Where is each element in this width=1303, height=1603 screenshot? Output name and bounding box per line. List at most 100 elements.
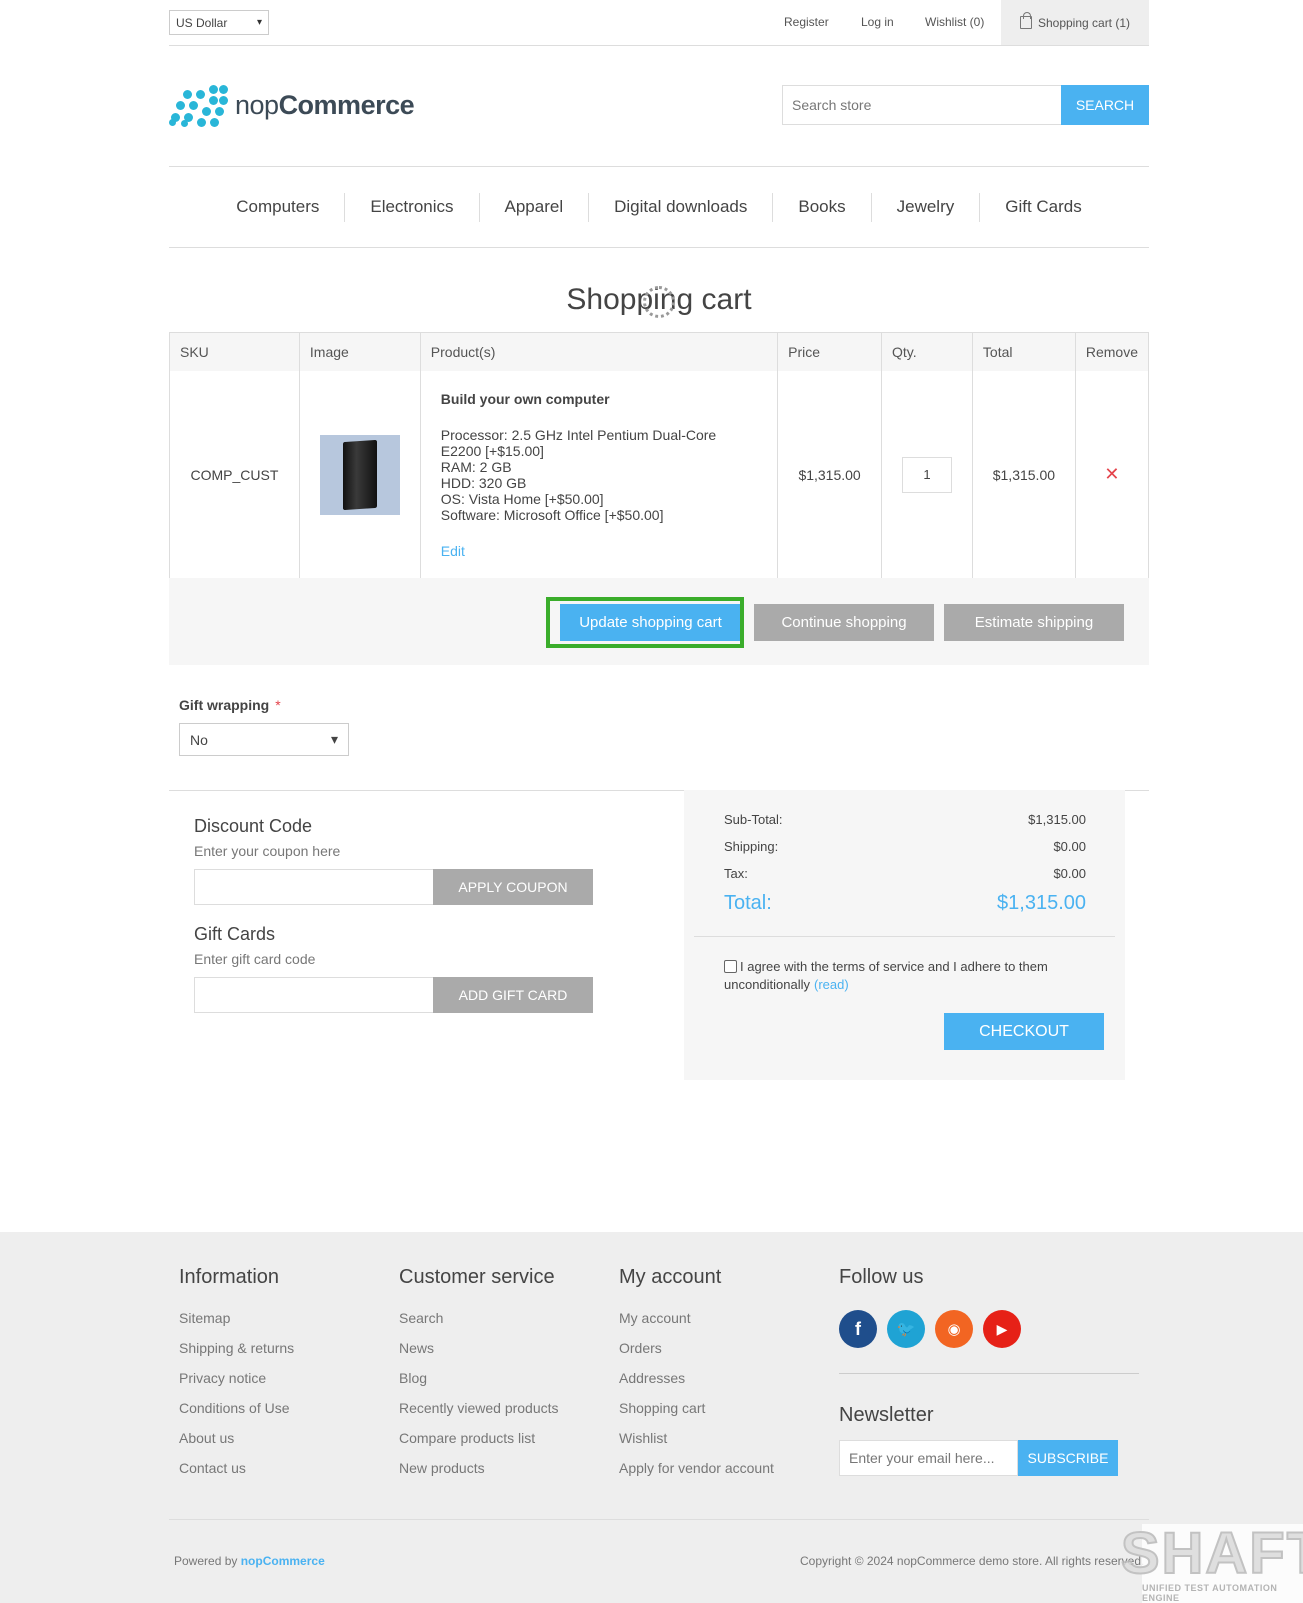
- product-name-link[interactable]: Build your own computer: [441, 391, 757, 407]
- product-image[interactable]: [319, 434, 400, 515]
- estimate-shipping-button[interactable]: Estimate shipping: [944, 604, 1124, 641]
- gift-cards-title: Gift Cards: [194, 924, 276, 944]
- powered-by: Powered by nopCommerce: [174, 1554, 325, 1568]
- terms-text: I agree with the terms of service and I …: [724, 959, 1048, 992]
- coupon-input[interactable]: [194, 869, 435, 905]
- currency-selector[interactable]: US Dollar ▾: [169, 10, 269, 35]
- price-cell: $1,315.00: [777, 370, 883, 580]
- menu-item-gift-cards[interactable]: Gift Cards: [980, 197, 1107, 217]
- register-link[interactable]: Register: [784, 15, 829, 29]
- menu-item-digital-downloads[interactable]: Digital downloads: [589, 197, 772, 217]
- loading-spinner-icon: [643, 286, 675, 318]
- gift-wrapping-value: No: [190, 731, 208, 748]
- nopcommerce-link[interactable]: nopCommerce: [241, 1554, 325, 1568]
- footer-link[interactable]: News: [399, 1340, 559, 1370]
- twitter-icon[interactable]: 🐦: [887, 1310, 925, 1348]
- read-terms-link[interactable]: (read): [814, 977, 849, 992]
- qty-cell: 1: [881, 370, 973, 580]
- add-gift-card-button[interactable]: ADD GIFT CARD: [433, 977, 593, 1013]
- footer-column-title: My account: [619, 1266, 722, 1288]
- quantity-input[interactable]: 1: [901, 456, 952, 493]
- menu-item-books[interactable]: Books: [773, 197, 870, 217]
- shipping-row: Shipping: $0.00: [724, 839, 1086, 854]
- required-marker: *: [275, 697, 281, 713]
- subscribe-button[interactable]: SUBSCRIBE: [1018, 1440, 1118, 1476]
- footer-link[interactable]: About us: [179, 1430, 294, 1460]
- footer-link[interactable]: Shopping cart: [619, 1400, 774, 1430]
- footer-information: Information Sitemap Shipping & returns P…: [179, 1266, 294, 1490]
- currency-value: US Dollar: [176, 15, 228, 30]
- shaft-watermark-logo: SHAFT UNIFIED TEST AUTOMATION ENGINE: [1120, 1523, 1303, 1603]
- continue-shopping-button[interactable]: Continue shopping: [754, 604, 934, 641]
- product-attributes: Processor: 2.5 GHz Intel Pentium Dual-Co…: [440, 426, 717, 523]
- footer-link[interactable]: Shipping & returns: [179, 1340, 294, 1370]
- newsletter-email-input[interactable]: Enter your email here...: [839, 1440, 1018, 1476]
- footer-link[interactable]: Addresses: [619, 1370, 774, 1400]
- remove-cell: ✕: [1075, 371, 1148, 580]
- image-cell: [299, 370, 421, 580]
- footer-link[interactable]: Wishlist: [619, 1430, 774, 1460]
- column-header: Total: [972, 332, 1076, 371]
- logo-dots-icon: [169, 84, 229, 128]
- apply-coupon-button[interactable]: APPLY COUPON: [433, 869, 593, 905]
- gift-cards-hint: Enter gift card code: [194, 951, 316, 967]
- gift-wrapping-select[interactable]: No ▾: [179, 723, 349, 756]
- shopping-cart-link[interactable]: Shopping cart (1): [1001, 0, 1149, 45]
- footer-link[interactable]: Compare products list: [399, 1430, 559, 1460]
- footer-link[interactable]: Recently viewed products: [399, 1400, 559, 1430]
- footer-link[interactable]: Blog: [399, 1370, 559, 1400]
- total-row: Total: $1,315.00: [724, 892, 1086, 914]
- search-button[interactable]: SEARCH: [1061, 85, 1149, 125]
- footer-link[interactable]: Conditions of Use: [179, 1400, 294, 1430]
- footer: Information Sitemap Shipping & returns P…: [0, 1232, 1303, 1603]
- edit-link[interactable]: Edit: [441, 543, 757, 559]
- footer-link[interactable]: Search: [399, 1310, 559, 1340]
- top-menu: Computers Electronics Apparel Digital do…: [169, 166, 1149, 248]
- footer-link[interactable]: My account: [619, 1310, 774, 1340]
- discount-hint: Enter your coupon here: [194, 843, 341, 859]
- footer-link[interactable]: Contact us: [179, 1460, 294, 1490]
- terms-checkbox[interactable]: [724, 960, 737, 973]
- menu-item-computers[interactable]: Computers: [211, 197, 344, 217]
- copyright: Copyright © 2024 nopCommerce demo store.…: [800, 1554, 1145, 1568]
- total-cell: $1,315.00: [972, 370, 1076, 580]
- footer-link[interactable]: New products: [399, 1460, 559, 1490]
- social-links: f 🐦 ◉ ▶: [839, 1310, 1021, 1348]
- column-header: Image: [299, 332, 421, 371]
- chevron-down-icon: ▾: [256, 17, 262, 28]
- remove-icon[interactable]: ✕: [1104, 464, 1119, 484]
- footer-divider: [839, 1373, 1139, 1374]
- footer-link[interactable]: Orders: [619, 1340, 774, 1370]
- menu-item-apparel[interactable]: Apparel: [480, 197, 589, 217]
- gift-wrapping-label: Gift wrapping *: [179, 697, 281, 713]
- store-logo[interactable]: nopCommerce: [169, 83, 429, 128]
- menu-item-jewelry[interactable]: Jewelry: [872, 197, 980, 217]
- totals-divider: [694, 936, 1115, 937]
- footer-customer-service: Customer service Search News Blog Recent…: [399, 1266, 559, 1490]
- menu-item-electronics[interactable]: Electronics: [345, 197, 478, 217]
- order-totals: Sub-Total: $1,315.00 Shipping: $0.00 Tax: $…: [684, 790, 1125, 1080]
- facebook-icon[interactable]: f: [839, 1310, 877, 1348]
- discount-title: Discount Code: [194, 816, 313, 836]
- product-cell: Build your own computer Processor: 2.5 G…: [420, 370, 779, 580]
- newsletter-title: Newsletter: [839, 1404, 934, 1426]
- chevron-down-icon: ▾: [330, 731, 338, 747]
- gift-card-input[interactable]: [194, 977, 435, 1013]
- cart-table: SKU Image Product(s) Price Qty. Total Re…: [169, 332, 1149, 580]
- footer-column-title: Customer service: [399, 1266, 555, 1288]
- footer-link[interactable]: Apply for vendor account: [619, 1460, 774, 1490]
- rss-icon[interactable]: ◉: [935, 1310, 973, 1348]
- search-input[interactable]: Search store: [782, 85, 1062, 125]
- checkout-button[interactable]: CHECKOUT: [944, 1013, 1104, 1050]
- login-link[interactable]: Log in: [861, 15, 894, 29]
- footer-link[interactable]: Sitemap: [179, 1310, 294, 1340]
- wishlist-link[interactable]: Wishlist (0): [925, 15, 984, 29]
- footer-follow-us: Follow us f 🐦 ◉ ▶: [839, 1266, 1021, 1348]
- shopping-bag-icon: [1019, 12, 1032, 29]
- footer-bottom-divider: [169, 1519, 1149, 1520]
- footer-link[interactable]: Privacy notice: [179, 1370, 294, 1400]
- youtube-icon[interactable]: ▶: [983, 1310, 1021, 1348]
- column-header: SKU: [169, 332, 300, 371]
- subtotal-row: Sub-Total: $1,315.00: [724, 812, 1086, 827]
- header-links-bar: US Dollar ▾ Register Log in Wishlist (0)…: [169, 0, 1149, 46]
